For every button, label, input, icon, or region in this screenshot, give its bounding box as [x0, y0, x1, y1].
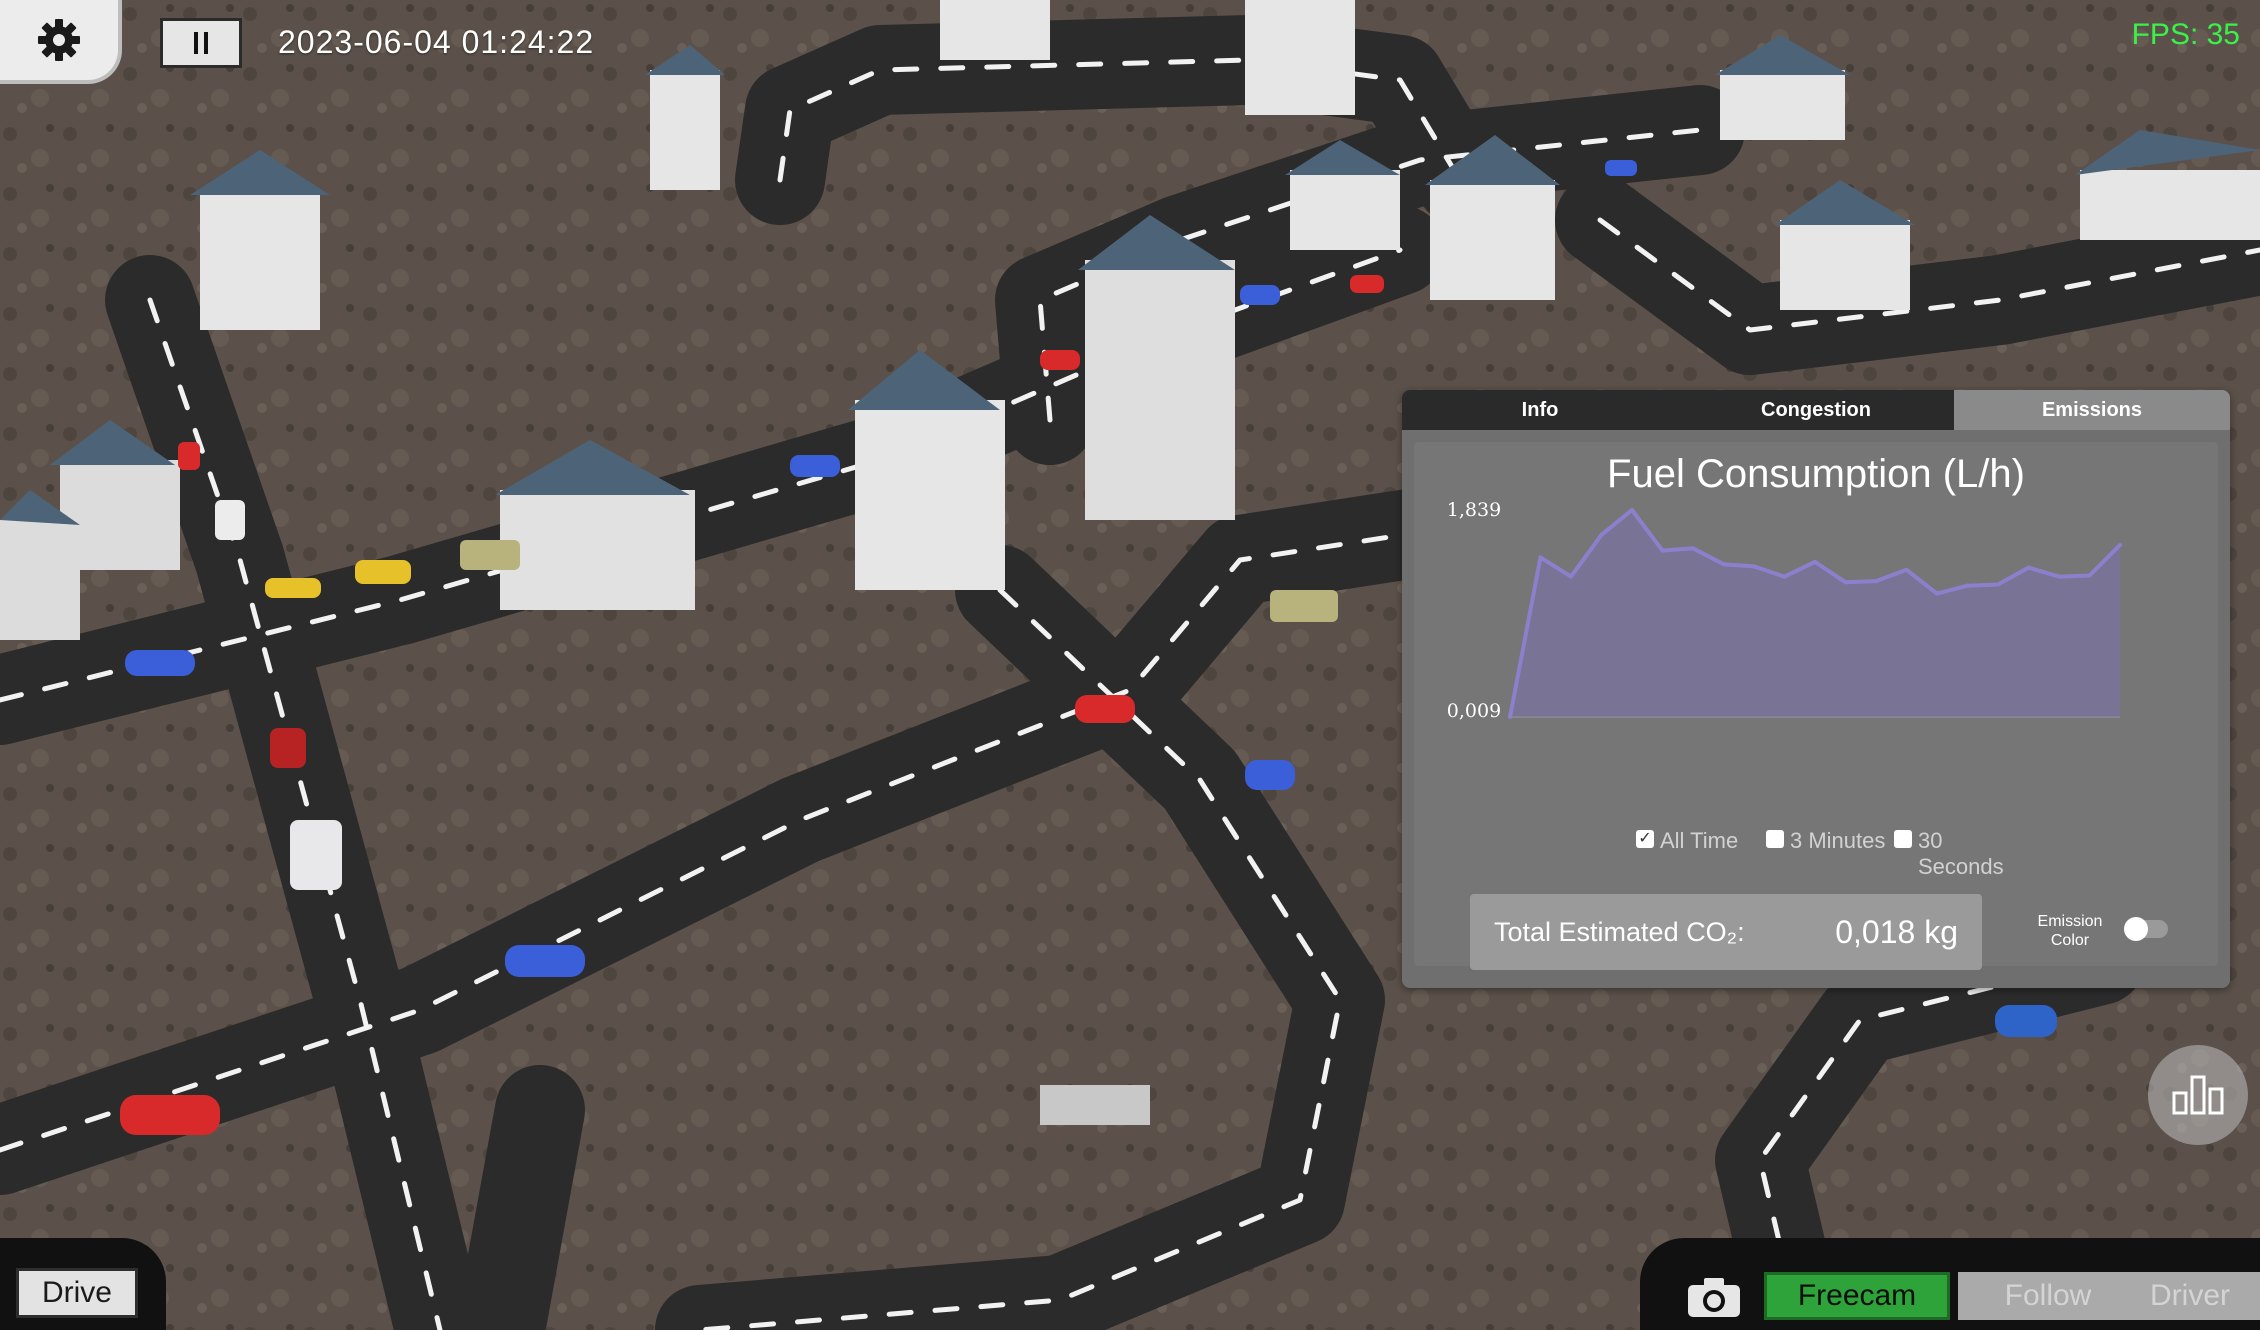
range-all-time[interactable]: ✓ All Time	[1636, 828, 1738, 854]
range-label: All Time	[1660, 828, 1739, 853]
drive-button[interactable]: Drive	[16, 1268, 138, 1318]
data-point	[1721, 562, 1726, 567]
co2-label: Total Estimated CO₂:	[1494, 916, 1745, 947]
data-point	[1599, 532, 1604, 537]
pause-button[interactable]	[160, 18, 242, 68]
data-point	[1935, 591, 1939, 596]
follow-button[interactable]: Follow	[1958, 1272, 2138, 1320]
data-point	[2026, 565, 2031, 570]
camera-icon	[1688, 1278, 1740, 1317]
tab-congestion[interactable]: Congestion	[1678, 390, 1954, 430]
data-point	[1782, 574, 1787, 579]
total-co2-readout: Total Estimated CO₂: 0,018 kg	[1470, 894, 1982, 970]
emission-color-label: Emission Color	[2037, 913, 2103, 949]
statistics-button[interactable]	[2148, 1045, 2248, 1145]
data-point	[1843, 580, 1848, 585]
data-point	[2118, 542, 2122, 547]
pause-icon	[194, 32, 208, 54]
simulation-timestamp: 2023-06-04 01:24:22	[278, 24, 595, 60]
three-minutes-checkbox[interactable]	[1766, 830, 1784, 848]
freecam-button[interactable]: Freecam	[1764, 1272, 1950, 1320]
co2-value: 0,018 kg	[1835, 913, 1958, 950]
data-point	[1538, 555, 1543, 560]
data-point	[1660, 548, 1665, 553]
data-point	[2057, 574, 2061, 579]
chart-plot: 1,839 0,009	[1447, 499, 2122, 722]
fps-counter: FPS: 35	[2131, 18, 2240, 51]
all-time-checkbox[interactable]: ✓	[1636, 830, 1654, 848]
emission-color-toggle[interactable]	[2124, 917, 2168, 941]
thirty-seconds-checkbox[interactable]	[1894, 830, 1912, 848]
range-label: 3 Minutes	[1790, 828, 1886, 853]
panel-tabs: Info Congestion Emissions	[1402, 390, 2230, 430]
bar-chart-icon	[2172, 1075, 2224, 1115]
driver-button[interactable]: Driver	[2120, 1272, 2260, 1320]
data-point	[1691, 546, 1695, 551]
series-area	[1510, 510, 2120, 717]
data-point	[1904, 567, 1909, 572]
fuel-consumption-chart: Fuel Consumption (L/h) 1,839 0,009 ✓ All…	[1414, 442, 2218, 966]
settings-button[interactable]	[0, 0, 122, 84]
data-point	[1813, 559, 1817, 564]
data-point	[1996, 582, 2000, 587]
data-point	[1752, 564, 1756, 569]
data-point	[2087, 573, 2092, 578]
tab-emissions[interactable]: Emissions	[1954, 390, 2230, 430]
data-point	[1630, 508, 1634, 512]
data-point	[1874, 579, 1878, 584]
y-tick-label-max: 1,839	[1447, 499, 1501, 521]
range-label: 30 Seconds	[1918, 828, 2004, 879]
tab-info[interactable]: Info	[1402, 390, 1678, 430]
data-point	[1508, 715, 1512, 719]
toggle-knob[interactable]	[2124, 917, 2148, 941]
y-tick-label-min: 0,009	[1447, 700, 1501, 722]
data-point	[1569, 574, 1573, 579]
screenshot-button[interactable]	[1680, 1268, 1748, 1326]
statistics-panel: Info Congestion Emissions Fuel Consumpti…	[1402, 390, 2230, 988]
data-point	[1965, 583, 1970, 588]
range-3-minutes[interactable]: 3 Minutes	[1766, 828, 1885, 854]
range-30-seconds[interactable]: 30 Seconds	[1894, 828, 2004, 880]
gear-icon	[38, 19, 80, 61]
